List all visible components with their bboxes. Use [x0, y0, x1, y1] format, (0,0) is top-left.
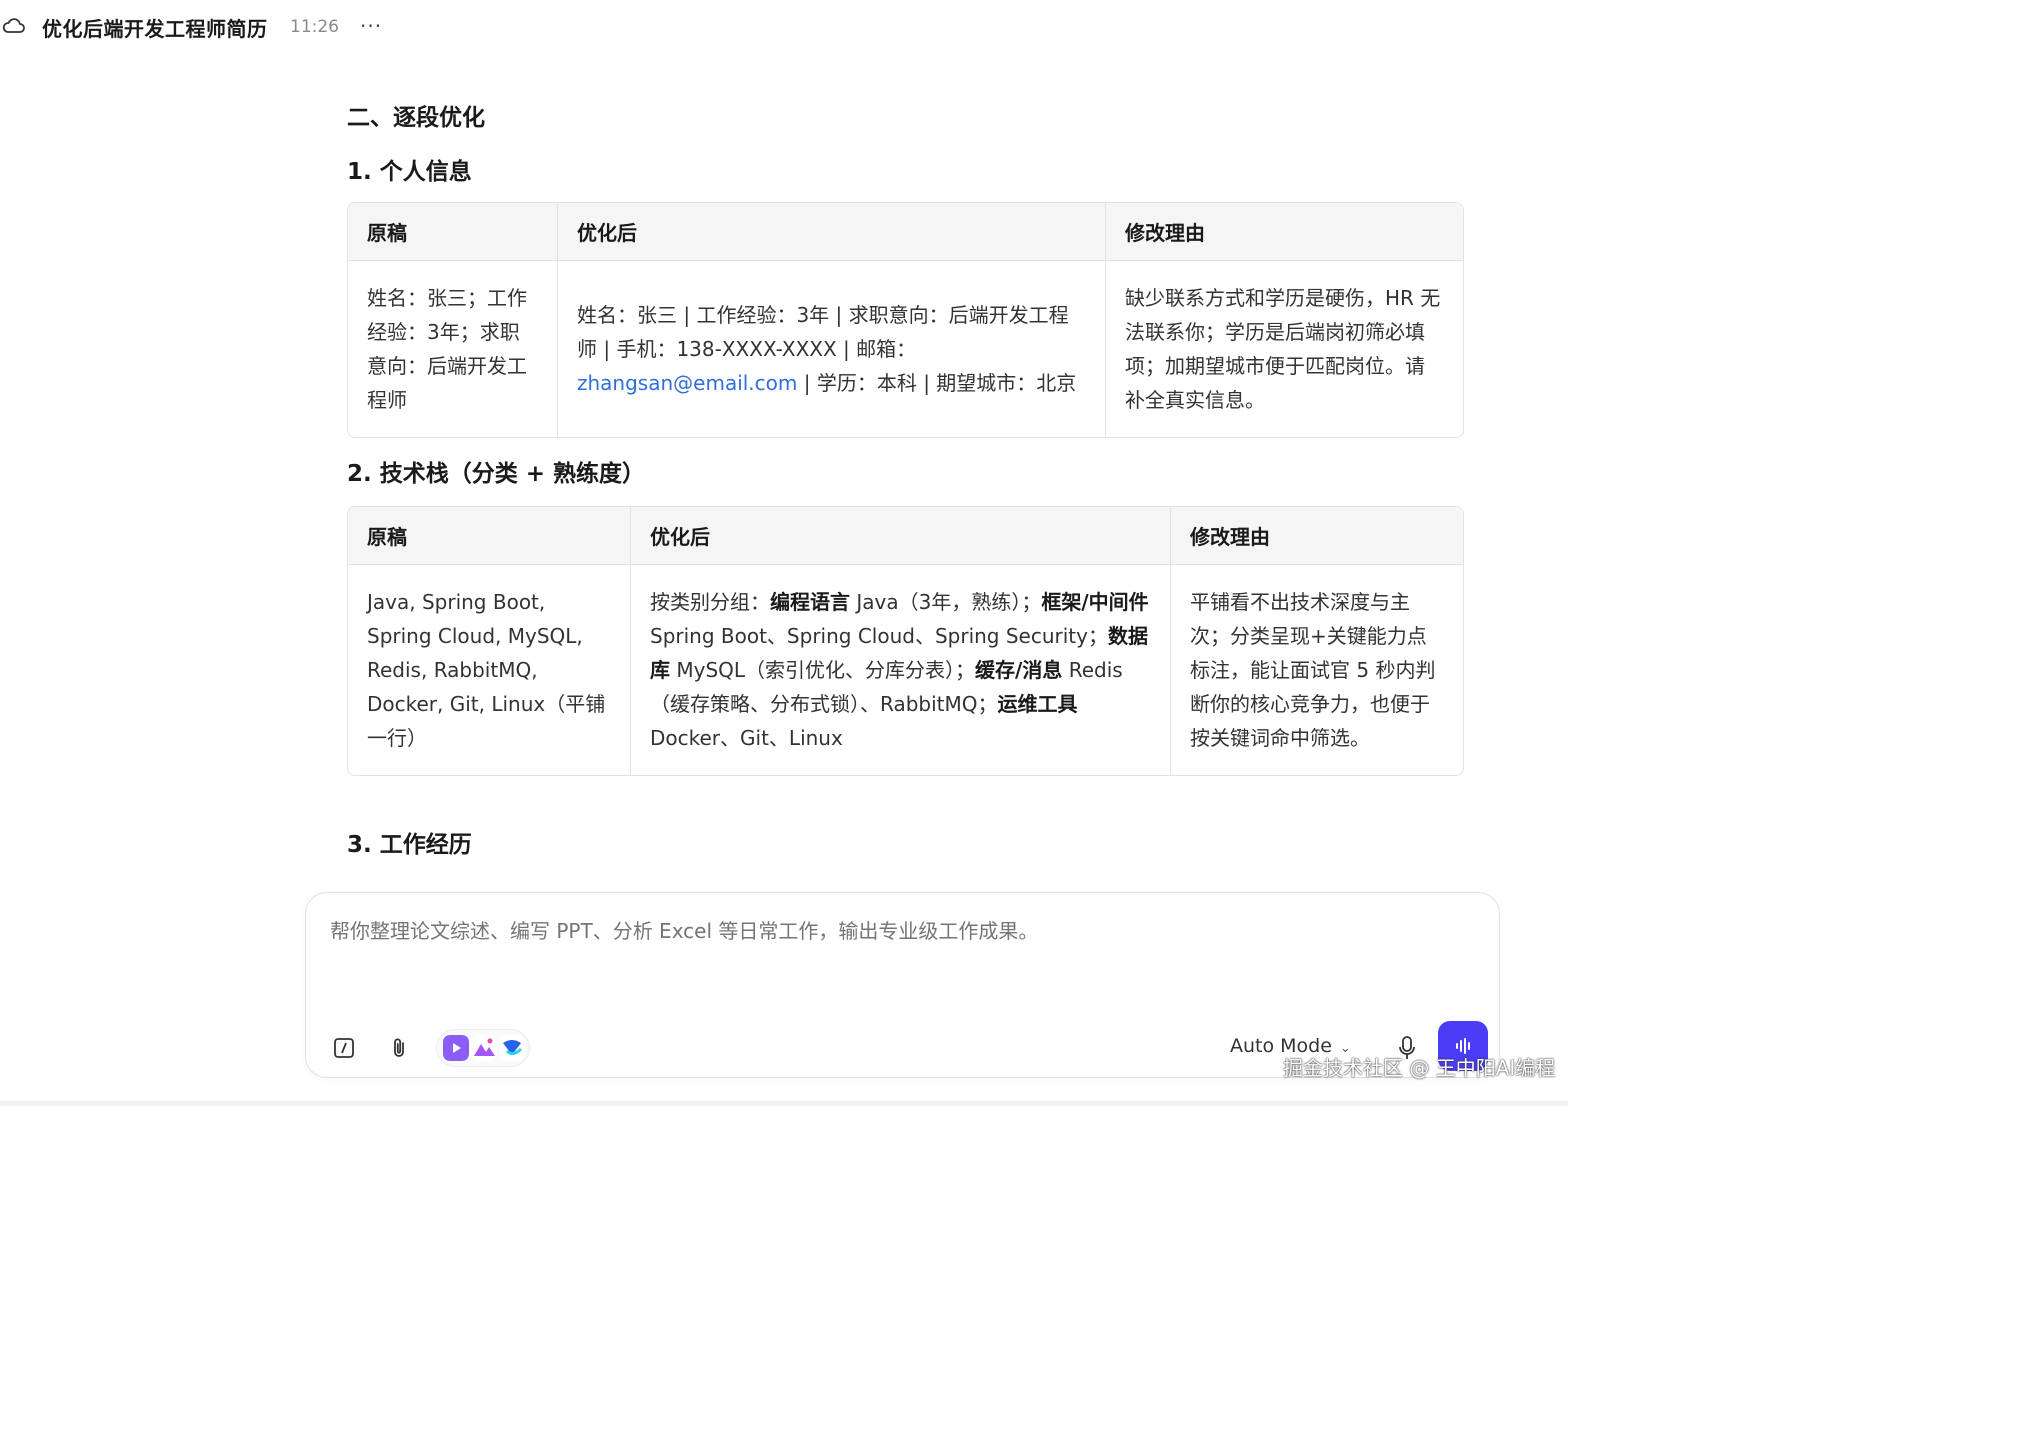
table-header-row: 原稿 优化后 修改理由	[348, 507, 1463, 565]
bottom-divider	[0, 1101, 1568, 1106]
optimized-text-tail: | 学历：本科 | 期望城市：北京	[797, 371, 1077, 395]
keyword-ops: 运维工具	[997, 692, 1078, 716]
optimized-text: 姓名：张三 | 工作经验：3年 | 求职意向：后端开发工程师 | 手机：138-…	[577, 303, 1069, 361]
tech-stack-table: 原稿 优化后 修改理由 Java, Spring Boot, Spring Cl…	[347, 506, 1464, 776]
subsection-title-3: 3. 工作经历	[347, 832, 472, 858]
personal-info-table: 原稿 优化后 修改理由 姓名：张三；工作经验：3年；求职意向：后端开发工程师 姓…	[347, 202, 1464, 438]
keyword-cache: 缓存/消息	[975, 658, 1063, 682]
paperclip-icon[interactable]	[387, 1036, 411, 1060]
keyword-framework: 框架/中间件	[1041, 590, 1149, 614]
col-reason: 修改理由	[1171, 507, 1463, 565]
more-options-icon[interactable]: ···	[360, 14, 382, 38]
cell-optimized: 按类别分组：编程语言 Java（3年，熟练）；框架/中间件 Spring Boo…	[631, 565, 1171, 775]
ops-text: Docker、Git、Linux	[650, 726, 843, 750]
subsection-title-1: 1. 个人信息	[347, 159, 472, 185]
watermark: 掘金技术社区 @ 王中阳AI编程	[1283, 1056, 1556, 1080]
cell-original: 姓名：张三；工作经验：3年；求职意向：后端开发工程师	[348, 261, 558, 437]
cloud-icon	[2, 18, 25, 33]
col-original: 原稿	[348, 203, 558, 261]
cell-reason: 缺少联系方式和学历是硬伤，HR 无法联系你；学历是后端岗初筛必填项；加期望城市便…	[1125, 286, 1441, 412]
keyword-language: 编程语言	[770, 590, 850, 614]
chat-title: 优化后端开发工程师简历	[42, 17, 268, 41]
subsection-title-2: 2. 技术栈（分类 + 熟练度）	[347, 461, 646, 487]
table-header-row: 原稿 优化后 修改理由	[348, 203, 1463, 261]
col-optimized: 优化后	[631, 507, 1171, 565]
cell-optimized: 姓名：张三 | 工作经验：3年 | 求职意向：后端开发工程师 | 手机：138-…	[558, 261, 1106, 437]
chat-time: 11:26	[290, 17, 339, 37]
email-link[interactable]: zhangsan@email.com	[577, 371, 797, 395]
doc-app-icon[interactable]	[499, 1035, 525, 1061]
col-original: 原稿	[348, 507, 631, 565]
database-text: MySQL（索引优化、分库分表）；	[670, 658, 976, 682]
cell-original: Java, Spring Boot, Spring Cloud, MySQL, …	[348, 565, 631, 775]
col-optimized: 优化后	[558, 203, 1106, 261]
image-app-icon[interactable]	[471, 1035, 497, 1061]
chat-composer: Auto Mode⌄	[305, 892, 1500, 1078]
col-reason: 修改理由	[1106, 203, 1463, 261]
app-shortcuts[interactable]	[436, 1029, 530, 1067]
cell-reason: 平铺看不出技术深度与主次；分类呈现+关键能力点标注，能让面试官 5 秒内判断你的…	[1190, 590, 1436, 750]
chat-input[interactable]	[330, 919, 1470, 943]
language-text: Java（3年，熟练）；	[850, 590, 1042, 614]
command-icon[interactable]	[332, 1036, 356, 1060]
optimized-intro: 按类别分组：	[650, 590, 770, 614]
framework-text: Spring Boot、Spring Cloud、Spring Security…	[650, 624, 1108, 648]
table-row: 姓名：张三；工作经验：3年；求职意向：后端开发工程师 姓名：张三 | 工作经验：…	[348, 261, 1463, 437]
table-row: Java, Spring Boot, Spring Cloud, MySQL, …	[348, 565, 1463, 775]
section-title: 二、逐段优化	[347, 105, 485, 131]
top-bar: 优化后端开发工程师简历 11:26 ···	[0, 0, 1568, 56]
video-app-icon[interactable]	[443, 1035, 469, 1061]
